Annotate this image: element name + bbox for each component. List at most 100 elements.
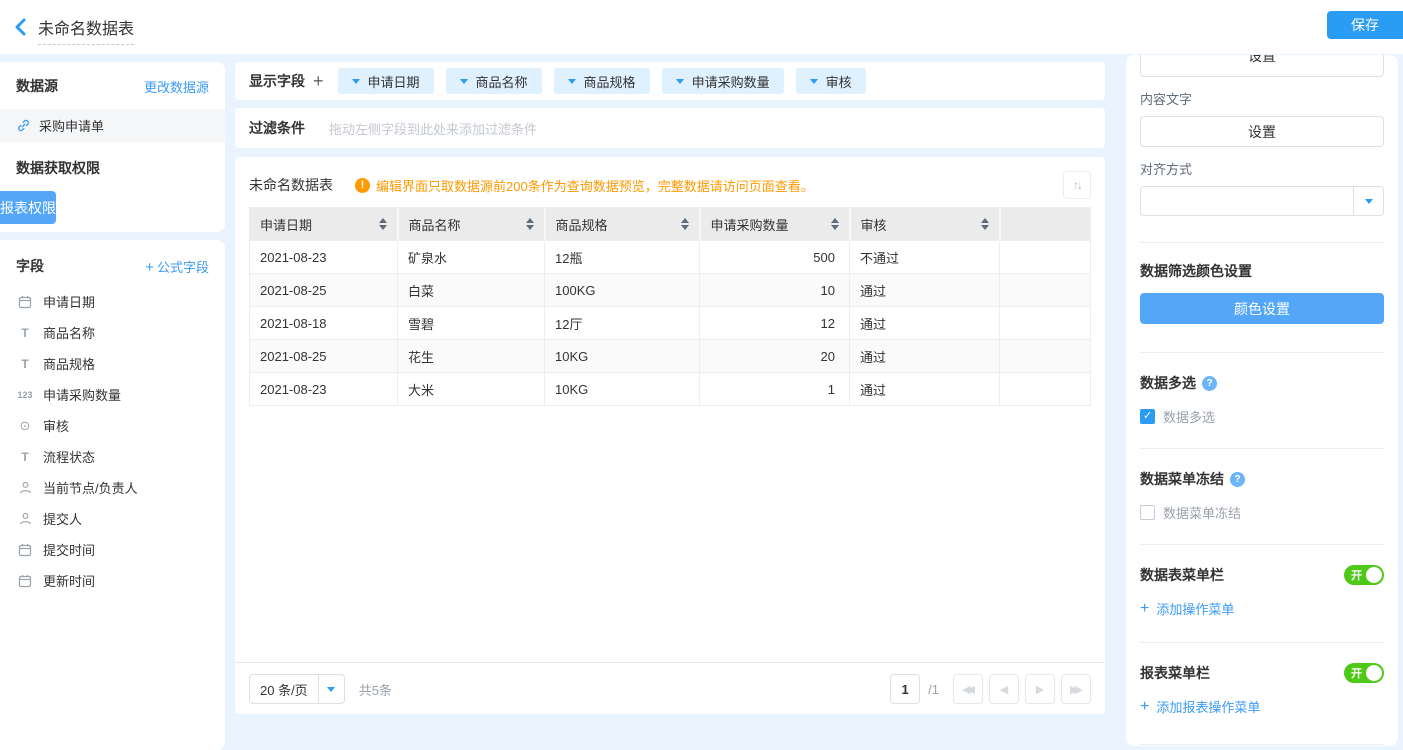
divider — [1140, 544, 1384, 545]
multi-select-checkbox[interactable] — [1140, 409, 1155, 424]
display-field-chip[interactable]: 商品名称 — [446, 68, 542, 94]
color-setting-button[interactable]: 颜色设置 — [1140, 293, 1384, 324]
change-datasource-link[interactable]: 更改数据源 — [144, 77, 209, 96]
multi-select-checkbox-row[interactable]: 数据多选 — [1140, 407, 1384, 426]
table-row[interactable]: 2021-08-25花生10KG20通过 — [250, 340, 1091, 373]
text-icon: T — [16, 450, 34, 464]
datasource-panel: 数据源 更改数据源 采购申请单 数据获取权限 报表权限 — [0, 62, 225, 232]
last-page-button[interactable]: ▶▶ — [1061, 674, 1091, 704]
column-header: 商品规格 — [545, 208, 700, 241]
report-permission-button[interactable]: 报表权限 — [0, 191, 56, 224]
permission-title: 数据获取权限 — [16, 158, 209, 178]
header-text-setting-button[interactable]: 设置 — [1140, 55, 1384, 77]
menu-freeze-checkbox[interactable] — [1140, 505, 1155, 520]
table-cell: 12瓶 — [545, 241, 700, 274]
filter-bar[interactable]: 过滤条件 拖动左侧字段到此处来添加过滤条件 — [235, 108, 1105, 148]
divider — [1140, 642, 1384, 643]
help-icon[interactable]: ? — [1202, 376, 1217, 391]
sort-icon[interactable] — [981, 218, 989, 230]
table-cell-empty — [1000, 241, 1091, 274]
sort-icon[interactable] — [681, 218, 689, 230]
calendar-icon — [16, 543, 34, 557]
table-row[interactable]: 2021-08-18雪碧12厅12通过 — [250, 307, 1091, 340]
table-cell: 通过 — [850, 373, 1000, 406]
field-item[interactable]: T流程状态 — [16, 441, 209, 472]
field-item[interactable]: 123申请采购数量 — [16, 379, 209, 410]
sort-icon[interactable] — [831, 218, 839, 230]
page-size-value: 20 条/页 — [250, 675, 318, 703]
back-icon[interactable] — [10, 16, 32, 38]
table-cell: 通过 — [850, 274, 1000, 307]
align-select[interactable] — [1140, 186, 1384, 216]
first-page-button[interactable]: ◀◀ — [953, 674, 983, 704]
table-row[interactable]: 2021-08-23大米10KG1通过 — [250, 373, 1091, 406]
report-menu-section: 报表菜单栏 开 — [1140, 663, 1384, 683]
field-item[interactable]: 申请日期 — [16, 286, 209, 317]
add-formula-field-link[interactable]: +公式字段 — [145, 257, 209, 276]
table-cell-empty — [1000, 340, 1091, 373]
field-item[interactable]: 当前节点/负责人 — [16, 472, 209, 503]
table-cell: 雪碧 — [398, 307, 545, 340]
content-text-label: 内容文字 — [1140, 89, 1384, 108]
content-text-setting-button[interactable]: 设置 — [1140, 116, 1384, 147]
chevron-down-icon — [1353, 187, 1383, 215]
field-item[interactable]: 提交时间 — [16, 534, 209, 565]
page-title[interactable]: 未命名数据表 — [38, 15, 134, 45]
table-cell: 12 — [700, 307, 850, 340]
page-count: /1 — [928, 682, 939, 697]
help-icon[interactable]: ? — [1230, 472, 1245, 487]
datasource-name: 采购申请单 — [39, 116, 104, 135]
datasource-item[interactable]: 采购申请单 — [0, 109, 225, 142]
link-icon — [16, 118, 31, 133]
multi-select-title: 数据多选 ? — [1140, 373, 1384, 393]
table-menu-toggle[interactable]: 开 — [1344, 565, 1384, 585]
display-field-chip[interactable]: 审核 — [796, 68, 866, 94]
column-header: 商品名称 — [398, 208, 545, 241]
table-cell: 2021-08-23 — [250, 373, 398, 406]
add-action-menu-link[interactable]: + 添加操作菜单 — [1140, 599, 1384, 618]
display-field-chip[interactable]: 商品规格 — [554, 68, 650, 94]
plus-icon: + — [1140, 601, 1149, 617]
chevron-down-icon — [460, 79, 468, 84]
field-item[interactable]: 更新时间 — [16, 565, 209, 596]
field-item[interactable]: T商品名称 — [16, 317, 209, 348]
current-page-input[interactable]: 1 — [890, 674, 920, 704]
field-item[interactable]: T商品规格 — [16, 348, 209, 379]
table-cell-empty — [1000, 307, 1091, 340]
chevron-down-icon — [676, 79, 684, 84]
fields-panel: 字段 +公式字段 申请日期T商品名称T商品规格123申请采购数量⊙审核T流程状态… — [0, 240, 225, 750]
data-table-card: 未命名数据表 ! 编辑界面只取数据源前200条作为查询数据预览，完整数据请访问页… — [235, 157, 1105, 714]
display-field-chips: 申请日期商品名称商品规格申请采购数量审核 — [338, 68, 866, 94]
filter-label: 过滤条件 — [249, 118, 305, 138]
fields-list: 申请日期T商品名称T商品规格123申请采购数量⊙审核T流程状态当前节点/负责人提… — [16, 286, 209, 596]
display-fields-bar: 显示字段 + 申请日期商品名称商品规格申请采购数量审核 — [235, 62, 1105, 100]
plus-icon: + — [145, 259, 154, 276]
add-report-action-menu-link[interactable]: + 添加报表操作菜单 — [1140, 697, 1384, 716]
sort-toggle-button[interactable]: ↑↓ — [1063, 171, 1091, 199]
table-row[interactable]: 2021-08-25白菜100KG10通过 — [250, 274, 1091, 307]
field-item[interactable]: 提交人 — [16, 503, 209, 534]
save-button[interactable]: 保存 — [1327, 11, 1403, 39]
table-cell: 2021-08-23 — [250, 241, 398, 274]
sort-icon[interactable] — [526, 218, 534, 230]
number-icon: 123 — [16, 390, 34, 400]
next-page-button[interactable]: ▶ — [1025, 674, 1055, 704]
add-display-field-icon[interactable]: + — [313, 72, 324, 90]
sort-icon[interactable] — [379, 218, 387, 230]
prev-page-button[interactable]: ◀ — [989, 674, 1019, 704]
field-item[interactable]: ⊙审核 — [16, 410, 209, 441]
display-field-chip[interactable]: 申请采购数量 — [662, 68, 784, 94]
table-cell: 通过 — [850, 307, 1000, 340]
table-cell: 白菜 — [398, 274, 545, 307]
display-field-chip[interactable]: 申请日期 — [338, 68, 434, 94]
column-header: 申请采购数量 — [700, 208, 850, 241]
page-size-select[interactable]: 20 条/页 — [249, 674, 345, 704]
table-cell: 10 — [700, 274, 850, 307]
chevron-down-icon — [810, 79, 818, 84]
preview-warning: ! 编辑界面只取数据源前200条作为查询数据预览，完整数据请访问页面查看。 — [355, 176, 814, 195]
text-icon: T — [16, 326, 34, 340]
table-row[interactable]: 2021-08-23矿泉水12瓶500不通过 — [250, 241, 1091, 274]
menu-freeze-checkbox-row[interactable]: 数据菜单冻结 — [1140, 503, 1384, 522]
sort-arrows-icon: ↑↓ — [1073, 178, 1081, 192]
report-menu-toggle[interactable]: 开 — [1344, 663, 1384, 683]
